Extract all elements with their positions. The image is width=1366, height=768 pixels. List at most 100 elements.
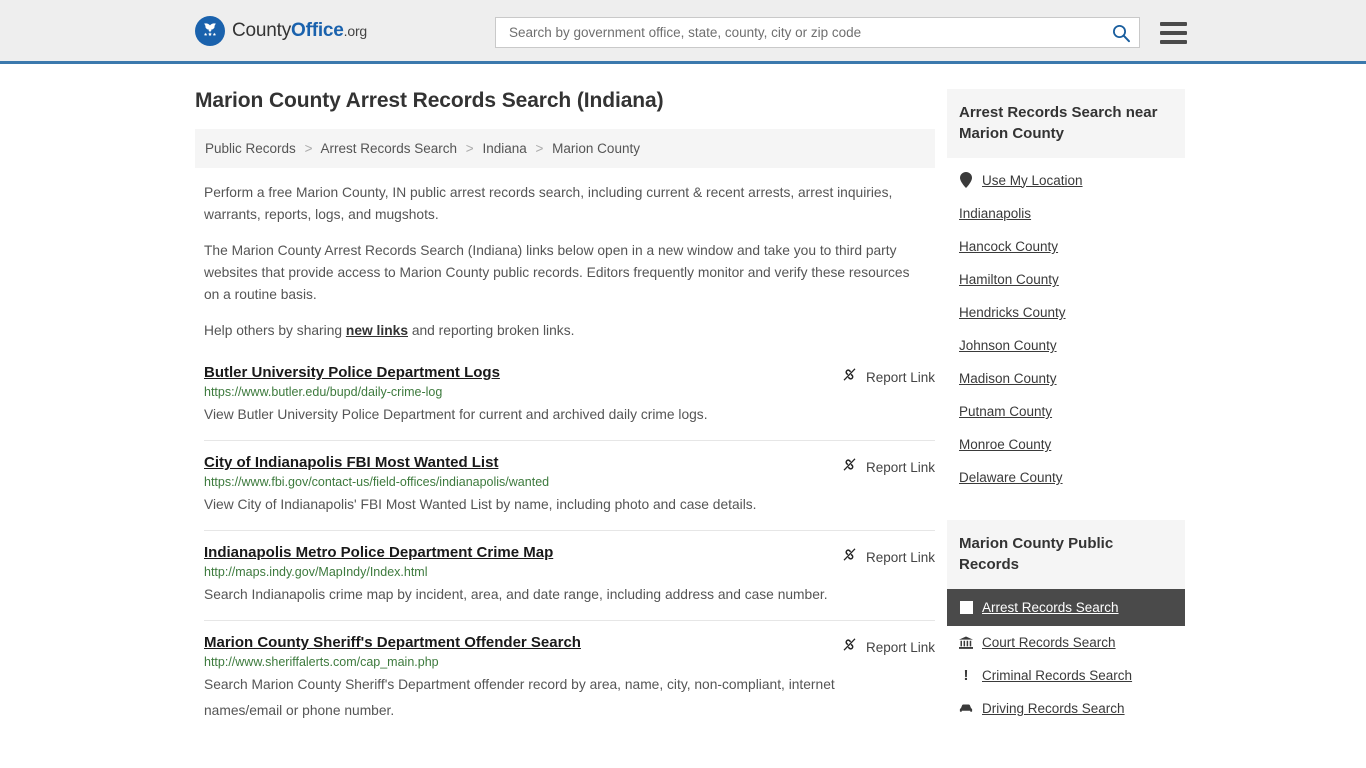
report-link-label: Report Link [865,459,935,475]
result-url: http://www.sheriffalerts.com/cap_main.ph… [204,655,439,669]
report-link-button[interactable]: Report Link [841,456,935,478]
result-url: http://maps.indy.gov/MapIndy/Index.html [204,565,428,579]
breadcrumb-separator: > [535,141,544,156]
broken-link-icon [841,366,858,388]
square-icon [959,601,973,614]
result-description: Search Marion County Sheriff's Departmen… [204,677,835,718]
result-title-link[interactable]: Butler University Police Department Logs [204,364,500,381]
main-column: Marion County Arrest Records Search (Ind… [195,64,935,749]
sidebar-link-madison-county[interactable]: Madison County [959,371,1057,386]
result-title-link[interactable]: City of Indianapolis FBI Most Wanted Lis… [204,454,498,471]
report-link-button[interactable]: Report Link [841,636,935,658]
sidebar-link-arrest-records-search[interactable]: Arrest Records Search [982,600,1119,615]
sidebar-nearby-heading: Arrest Records Search near Marion County [947,89,1185,158]
sidebar-link-johnson-county[interactable]: Johnson County [959,338,1057,353]
report-link-button[interactable]: Report Link [841,546,935,568]
courthouse-icon [959,635,973,650]
result-item: Butler University Police Department Logs… [204,364,935,441]
logo-text-county: County [232,19,292,41]
sidebar-item-court-records-search[interactable]: Court Records Search [947,626,1185,659]
hamburger-bar [1160,30,1187,35]
results-list: Butler University Police Department Logs… [195,364,935,736]
sidebar-records-list: Arrest Records Search Court Records Sear… [947,589,1185,725]
result-description: View City of Indianapolis' FBI Most Want… [204,497,757,512]
sidebar-item-madison-county[interactable]: Madison County [947,362,1185,395]
sidebar-link-indianapolis[interactable]: Indianapolis [959,206,1031,221]
site-header: CountyOffice.org [0,0,1366,64]
sidebar-item-hancock-county[interactable]: Hancock County [947,230,1185,263]
report-link-label: Report Link [865,639,935,655]
sidebar-item-hendricks-county[interactable]: Hendricks County [947,296,1185,329]
sidebar-link-hamilton-county[interactable]: Hamilton County [959,272,1059,287]
breadcrumb-item-public-records[interactable]: Public Records [205,141,296,156]
sidebar-records-heading: Marion County Public Records [947,520,1185,589]
result-title-link[interactable]: Marion County Sheriff's Department Offen… [204,634,581,651]
report-link-label: Report Link [865,369,935,385]
sidebar-item-driving-records-search[interactable]: Driving Records Search [947,692,1185,725]
breadcrumb: Public Records > Arrest Records Search >… [195,129,935,168]
breadcrumb-item-marion-county[interactable]: Marion County [552,141,640,156]
sidebar-item-indianapolis[interactable]: Indianapolis [947,197,1185,230]
sidebar-item-use-my-location[interactable]: Use My Location [947,158,1185,197]
report-link-label: Report Link [865,549,935,565]
result-item: City of Indianapolis FBI Most Wanted Lis… [204,454,935,531]
result-description: Search Indianapolis crime map by inciden… [204,587,828,602]
hamburger-menu-icon[interactable] [1160,21,1187,44]
sidebar-item-criminal-records-search[interactable]: ! Criminal Records Search [947,659,1185,692]
page-body: Marion County Arrest Records Search (Ind… [0,64,1366,749]
broken-link-icon [841,456,858,478]
new-links-link[interactable]: new links [346,323,408,338]
header-search-area [495,17,1187,48]
result-url: https://www.fbi.gov/contact-us/field-off… [204,475,550,489]
intro-paragraph-1: Perform a free Marion County, IN public … [204,185,893,222]
result-item: Marion County Sheriff's Department Offen… [204,634,935,736]
breadcrumb-item-arrest-records-search[interactable]: Arrest Records Search [320,141,457,156]
logo-wordmark: CountyOffice.org [232,20,367,42]
logo-text-org: .org [343,22,368,39]
sidebar-item-arrest-records-search[interactable]: Arrest Records Search [947,589,1185,626]
result-url: https://www.butler.edu/bupd/daily-crime-… [204,385,443,399]
search-box[interactable] [495,17,1140,48]
eagle-seal-icon [195,15,225,46]
search-input[interactable] [507,24,1111,41]
sidebar: Arrest Records Search near Marion County… [947,64,1185,749]
breadcrumb-item-indiana[interactable]: Indiana [482,141,526,156]
exclamation-icon: ! [963,667,969,684]
broken-link-icon [841,546,858,568]
result-description: View Butler University Police Department… [204,407,708,422]
broken-link-icon [841,636,858,658]
sidebar-link-delaware-county[interactable]: Delaware County [959,470,1063,485]
breadcrumb-separator: > [465,141,474,156]
logo-text-office: Office [291,19,344,41]
sidebar-link-criminal-records-search[interactable]: Criminal Records Search [982,668,1132,683]
site-logo[interactable]: CountyOffice.org [195,15,367,46]
sidebar-link-putnam-county[interactable]: Putnam County [959,404,1052,419]
sidebar-item-hamilton-county[interactable]: Hamilton County [947,263,1185,296]
map-pin-icon [959,172,973,188]
result-item: Indianapolis Metro Police Department Cri… [204,544,935,621]
sidebar-link-use-my-location[interactable]: Use My Location [982,173,1083,188]
sidebar-item-monroe-county[interactable]: Monroe County [947,428,1185,461]
sidebar-nearby-list: Use My Location Indianapolis Hancock Cou… [947,158,1185,494]
intro-p3-before: Help others by sharing [204,323,346,338]
intro-paragraph-2: The Marion County Arrest Records Search … [204,243,910,302]
intro-paragraph-3: Help others by sharing new links and rep… [204,320,914,342]
search-icon[interactable] [1111,23,1131,43]
sidebar-link-monroe-county[interactable]: Monroe County [959,437,1051,452]
sidebar-link-hancock-county[interactable]: Hancock County [959,239,1058,254]
sidebar-item-putnam-county[interactable]: Putnam County [947,395,1185,428]
hamburger-bar [1160,39,1187,44]
intro-text: Perform a free Marion County, IN public … [195,182,935,342]
sidebar-link-hendricks-county[interactable]: Hendricks County [959,305,1066,320]
sidebar-link-court-records-search[interactable]: Court Records Search [982,635,1116,650]
sidebar-link-driving-records-search[interactable]: Driving Records Search [982,701,1125,716]
sidebar-item-johnson-county[interactable]: Johnson County [947,329,1185,362]
intro-p3-after: and reporting broken links. [408,323,575,338]
page-title: Marion County Arrest Records Search (Ind… [195,89,664,112]
breadcrumb-separator: > [304,141,313,156]
report-link-button[interactable]: Report Link [841,366,935,388]
car-icon [959,703,973,714]
sidebar-records-block: Marion County Public Records Arrest Reco… [947,520,1185,725]
result-title-link[interactable]: Indianapolis Metro Police Department Cri… [204,544,553,561]
sidebar-item-delaware-county[interactable]: Delaware County [947,461,1185,494]
